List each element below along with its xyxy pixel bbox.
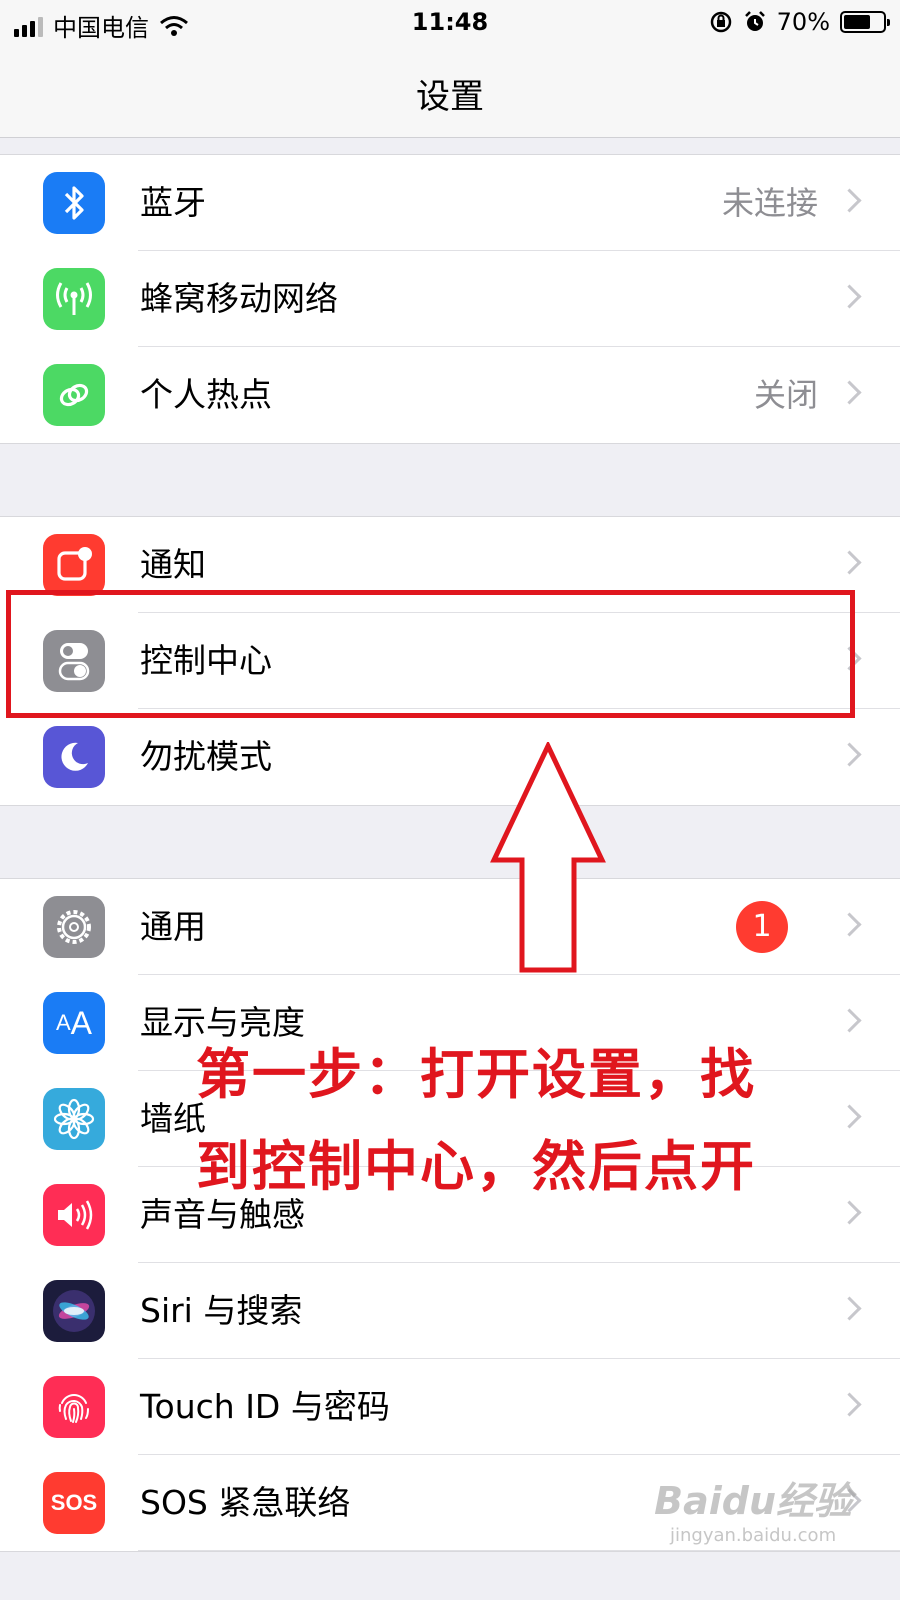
- status-right: 70%: [709, 8, 890, 36]
- chevron-right-icon: [837, 1392, 862, 1417]
- row-label: 勿扰模式: [140, 737, 272, 776]
- settings-row-cellular[interactable]: 蜂窝移动网络: [0, 251, 900, 347]
- row-label: Siri 与搜索: [140, 1291, 303, 1330]
- antenna-icon: [43, 268, 105, 330]
- update-badge: 1: [736, 901, 788, 953]
- settings-group-general: 通用 1 AA 显示与亮度 墙纸 声音与触感 Siri 与搜索 Touch ID…: [0, 878, 900, 1552]
- battery-icon: [840, 11, 890, 33]
- settings-group-connectivity: 蓝牙 未连接 蜂窝移动网络 个人热点 关闭: [0, 154, 900, 444]
- hotspot-link-icon: [43, 364, 105, 426]
- chevron-right-icon: [837, 1104, 862, 1129]
- row-label: 通用: [140, 907, 206, 946]
- annotation-line-2: 到控制中心，然后点开: [196, 1135, 756, 1198]
- speaker-icon: [43, 1184, 105, 1246]
- alarm-icon: [744, 11, 765, 31]
- text-size-icon: AA: [43, 992, 105, 1054]
- settings-row-touch-id-passcode[interactable]: Touch ID 与密码: [0, 1359, 900, 1455]
- chevron-right-icon: [837, 380, 862, 405]
- row-value: 未连接: [721, 184, 818, 222]
- fingerprint-icon: [43, 1376, 105, 1438]
- notifications-icon: [43, 534, 105, 596]
- bluetooth-icon: [43, 172, 105, 234]
- gear-icon: [43, 896, 105, 958]
- annotation-line-1: 第一步：打开设置，找: [196, 1043, 756, 1106]
- chevron-right-icon: [837, 1008, 862, 1033]
- battery-percent: 70%: [776, 8, 830, 36]
- settings-row-hotspot[interactable]: 个人热点 关闭: [0, 347, 900, 443]
- up-arrow-annotation: [490, 742, 606, 973]
- chevron-right-icon: [837, 284, 862, 309]
- chevron-right-icon: [837, 550, 862, 575]
- navigation-bar: 设置: [0, 45, 900, 138]
- page-title: 设置: [416, 77, 484, 117]
- settings-row-siri-search[interactable]: Siri 与搜索: [0, 1263, 900, 1359]
- settings-row-general[interactable]: 通用 1: [0, 879, 900, 975]
- chevron-right-icon: [837, 1200, 862, 1225]
- chevron-right-icon: [837, 1296, 862, 1321]
- row-label: SOS 紧急联络: [140, 1483, 351, 1522]
- watermark-brand: Baidu经验: [654, 1479, 852, 1523]
- settings-row-bluetooth[interactable]: 蓝牙 未连接: [0, 155, 900, 251]
- watermark-url: jingyan.baidu.com: [670, 1525, 837, 1546]
- chevron-right-icon: [837, 912, 862, 937]
- row-label: 蓝牙: [140, 183, 206, 222]
- row-value: 关闭: [753, 376, 818, 414]
- row-label: 个人热点: [140, 375, 272, 414]
- status-bar: 中国电信 11:48 70%: [0, 0, 900, 45]
- flower-icon: [43, 1088, 105, 1150]
- chevron-right-icon: [837, 188, 862, 213]
- highlight-box: [6, 590, 855, 718]
- watermark: Baidu经验 jingyan.baidu.com: [654, 1470, 852, 1546]
- row-label: 蜂窝移动网络: [140, 279, 338, 318]
- sos-icon: SOS: [43, 1472, 105, 1534]
- moon-icon: [43, 726, 105, 788]
- rotation-lock-icon: [710, 11, 731, 33]
- siri-icon: [43, 1280, 105, 1342]
- chevron-right-icon: [837, 742, 862, 767]
- row-label: Touch ID 与密码: [140, 1387, 390, 1426]
- row-separator: [138, 1550, 900, 1551]
- settings-row-do-not-disturb[interactable]: 勿扰模式: [0, 709, 900, 805]
